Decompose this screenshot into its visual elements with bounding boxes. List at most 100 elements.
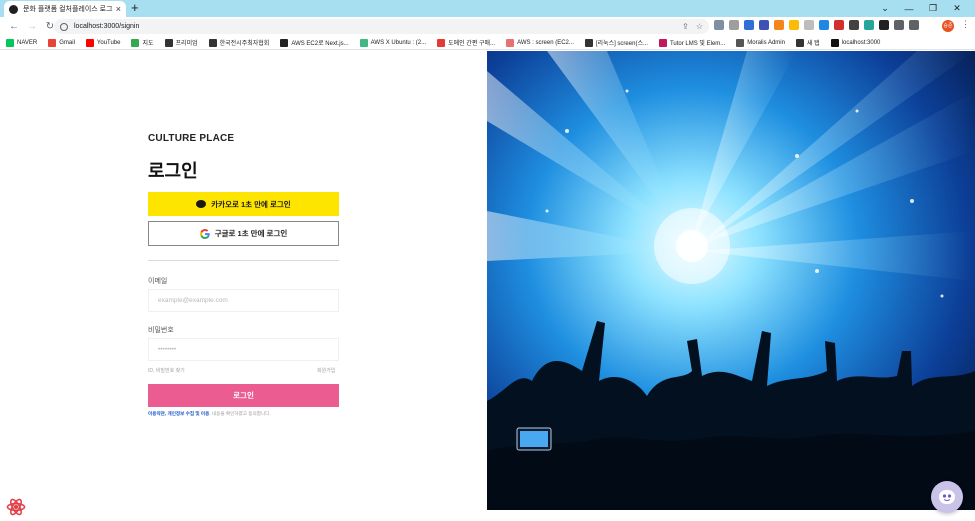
google-login-label: 구글로 1초 만에 로그인 — [214, 229, 288, 238]
bookmark-item[interactable]: 지도 — [131, 38, 154, 47]
news-extension-icon[interactable] — [744, 20, 754, 30]
extension-icon[interactable] — [804, 20, 814, 30]
bookmark-label: Gmail — [59, 39, 75, 46]
metamask-icon[interactable] — [774, 20, 784, 30]
extension-icon[interactable] — [834, 20, 844, 30]
extensions-bar — [714, 20, 919, 30]
url-text[interactable]: localhost:3000/signin — [74, 23, 139, 30]
vue-icon — [359, 38, 368, 47]
youtube-icon — [85, 38, 94, 47]
bookmark-item[interactable]: AWS X Ubuntu : (2... — [359, 38, 427, 47]
divider — [148, 260, 339, 261]
extension-icon[interactable] — [819, 20, 829, 30]
bookmark-label: 지도 — [142, 41, 154, 47]
screen-icon — [506, 38, 515, 47]
password-label: 비밀번호 — [148, 327, 174, 334]
bookmark-item[interactable]: 한국전시주최자협회 — [208, 38, 270, 47]
wix-icon — [164, 38, 173, 47]
extension-icon[interactable] — [864, 20, 874, 30]
naver-icon — [6, 38, 14, 47]
bookmark-item[interactable]: Tutor LMS 및 Elem... — [658, 38, 726, 47]
google-login-button[interactable]: 구글로 1초 만에 로그인 — [148, 221, 339, 246]
address-bar[interactable]: localhost:3000/signin ⇪ ☆ — [54, 19, 709, 34]
globe-icon — [795, 38, 804, 47]
browser-tab[interactable]: 문화 플랫폼 컬처플레이스 로그인 × — [4, 1, 126, 17]
puzzle-icon[interactable] — [894, 20, 904, 30]
find-account-link[interactable]: ID, 비밀번호 찾기 — [148, 367, 185, 374]
chat-widget-button[interactable] — [931, 481, 963, 513]
browser-titlebar: 문화 플랫폼 컬처플레이스 로그인 × + ⌄ — ❐ ✕ — [0, 0, 975, 17]
privacy-link[interactable]: 개인정보 수집 및 이용 — [167, 411, 209, 416]
bookmark-label: Moralis Admin — [747, 39, 785, 46]
glasses-icon[interactable] — [759, 20, 769, 30]
camera-icon[interactable] — [729, 20, 739, 30]
brand-title: CULTURE PLACE — [148, 133, 235, 144]
tistory-icon — [584, 38, 593, 47]
bookmark-item[interactable]: [리눅스] screen(스... — [584, 38, 648, 47]
star-icon[interactable]: ☆ — [696, 22, 703, 31]
email-label: 이메일 — [148, 278, 168, 285]
google-extension-icon[interactable] — [789, 20, 799, 30]
chevron-down-icon[interactable]: ⌄ — [873, 3, 897, 14]
bookmark-label: 도메인 간편 구매... — [448, 41, 496, 47]
minimize-button[interactable]: — — [897, 4, 921, 14]
new-tab-button[interactable]: + — [131, 0, 139, 16]
bookmarks-bar: NAVER Gmail YouTube 지도 프리미엄 한국전시주최자협회 AWS EC2로… — [0, 36, 975, 50]
terms-text: , 내용을 확인하였고 동의합니다. — [209, 411, 271, 416]
password-field[interactable]: •••••••• — [148, 338, 339, 361]
kakao-login-label: 카카오로 1초 만에 로그인 — [211, 199, 291, 209]
bookmark-item[interactable]: Gmail — [48, 38, 75, 47]
bookmark-label: Tutor LMS 및 Elem... — [669, 41, 726, 47]
signup-link[interactable]: 회원가입 — [317, 367, 335, 374]
terms-link[interactable]: 이용약관 — [148, 411, 165, 416]
domain-icon — [437, 38, 446, 47]
email-field[interactable]: example@example.com — [148, 289, 339, 312]
bookmark-label: 새 탭 — [806, 41, 820, 47]
gmail-icon — [48, 38, 57, 47]
terms-notice: 이용약관, 개인정보 수집 및 이용, 내용을 확인하였고 동의합니다. — [148, 411, 271, 417]
map-icon — [131, 38, 140, 47]
restore-button[interactable]: ❐ — [921, 3, 945, 14]
bookmark-item[interactable]: Moralis Admin — [736, 38, 785, 47]
site-info-icon[interactable] — [60, 22, 68, 31]
bookmark-item[interactable]: 새 탭 — [795, 38, 820, 47]
back-arrow-icon[interactable]: ← — [6, 21, 22, 32]
bookmark-label: AWS EC2로 Next.js... — [291, 41, 349, 47]
bookmark-item[interactable]: 프리미엄 — [164, 38, 198, 47]
bookmark-label: AWS X Ubuntu : (2... — [370, 39, 427, 46]
kakao-login-button[interactable]: 카카오로 1초 만에 로그인 — [148, 192, 339, 216]
moralis-icon — [736, 38, 745, 47]
speech-bubble-icon — [196, 200, 207, 208]
bookmark-label: 한국전시주최자협회 — [219, 41, 270, 47]
bookmark-item[interactable]: YouTube — [85, 38, 121, 47]
bookmark-label: localhost:3000 — [841, 39, 881, 46]
tab-title: 문화 플랫폼 컬처플레이스 로그인 — [23, 6, 113, 13]
login-button[interactable]: 로그인 — [148, 384, 339, 407]
browser-toolbar: ← → ↻ localhost:3000/signin ⇪ ☆ 승준 ⋮ — [0, 17, 975, 36]
react-devtools-icon[interactable] — [6, 497, 26, 517]
bookmark-label: 프리미엄 — [175, 41, 198, 47]
globe-icon — [208, 38, 217, 47]
bookmark-item[interactable]: 도메인 간편 구매... — [437, 38, 495, 47]
bookmark-item[interactable]: localhost:3000 — [830, 38, 881, 47]
sidebar-icon[interactable] — [909, 20, 919, 30]
extension-icon[interactable] — [879, 20, 889, 30]
bookmark-item[interactable]: NAVER — [6, 38, 37, 47]
next-favicon-icon — [9, 4, 18, 14]
signin-page: CULTURE PLACE 로그인 카카오로 1초 만에 로그인 구글로 1초 … — [0, 51, 975, 521]
forward-arrow-icon[interactable]: → — [24, 21, 40, 32]
close-window-button[interactable]: ✕ — [945, 3, 969, 14]
tutor-icon — [658, 38, 667, 47]
bookmark-label: YouTube — [96, 39, 121, 46]
profile-avatar[interactable]: 승준 — [942, 20, 954, 32]
extension-icon[interactable] — [849, 20, 859, 30]
bookmark-label: [리눅스] screen(스... — [595, 41, 648, 47]
concert-hero-image — [487, 51, 975, 510]
bookmark-item[interactable]: AWS : screen (EC2... — [506, 38, 574, 47]
tab-close-icon[interactable]: × — [116, 4, 121, 14]
more-menu-icon[interactable]: ⋮ — [961, 19, 970, 30]
share-icon[interactable]: ⇪ — [682, 22, 689, 31]
bookmark-item[interactable]: AWS EC2로 Next.js... — [280, 38, 349, 47]
extension-icon[interactable] — [714, 20, 724, 30]
window-controls: ⌄ — ❐ ✕ — [873, 0, 969, 17]
